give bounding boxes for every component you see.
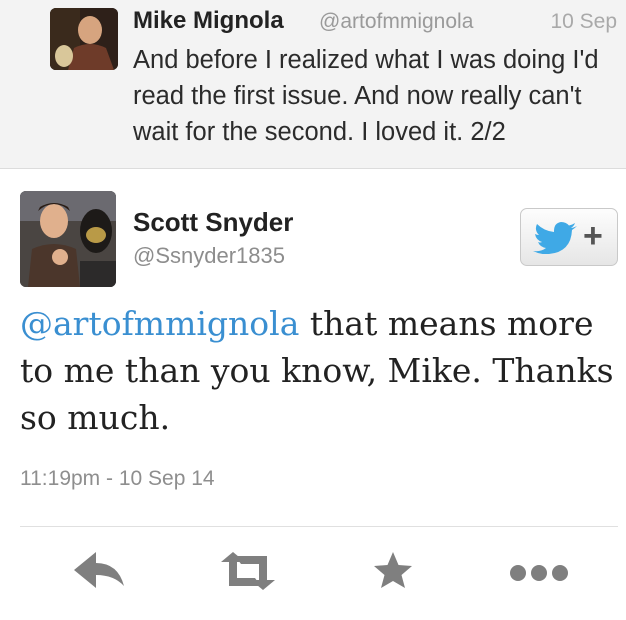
mention-link[interactable]: @artofmmignola — [20, 304, 299, 343]
avatar[interactable] — [20, 191, 116, 287]
retweet-icon — [221, 552, 275, 590]
retweet-button[interactable] — [217, 548, 275, 594]
tweet-timestamp: 11:19pm - 10 Sep 14 — [20, 467, 215, 490]
tweet-date: 10 Sep — [550, 10, 617, 33]
author-handle[interactable]: @Ssnyder1835 — [133, 243, 285, 269]
parent-tweet[interactable]: Mike Mignola @artofmmignola 10 Sep And b… — [0, 0, 626, 169]
tweet-text: @artofmmignola that means more to me tha… — [20, 300, 618, 441]
favorite-button[interactable] — [369, 548, 425, 594]
follow-button[interactable]: + — [520, 208, 618, 266]
more-button[interactable] — [506, 548, 568, 594]
twitter-bird-icon — [533, 222, 577, 259]
author-handle[interactable]: @artofmmignola — [319, 10, 473, 34]
more-dots-icon — [510, 565, 568, 581]
divider — [20, 526, 618, 527]
favorite-star-icon — [374, 552, 412, 588]
avatar[interactable] — [50, 8, 118, 70]
author-name[interactable]: Mike Mignola — [133, 7, 284, 35]
reply-icon — [74, 552, 124, 588]
reply-button[interactable] — [72, 548, 128, 594]
follow-plus-symbol: + — [583, 217, 603, 255]
author-name[interactable]: Scott Snyder — [133, 207, 293, 238]
tweet-text: And before I realized what I was doing I… — [133, 46, 599, 146]
